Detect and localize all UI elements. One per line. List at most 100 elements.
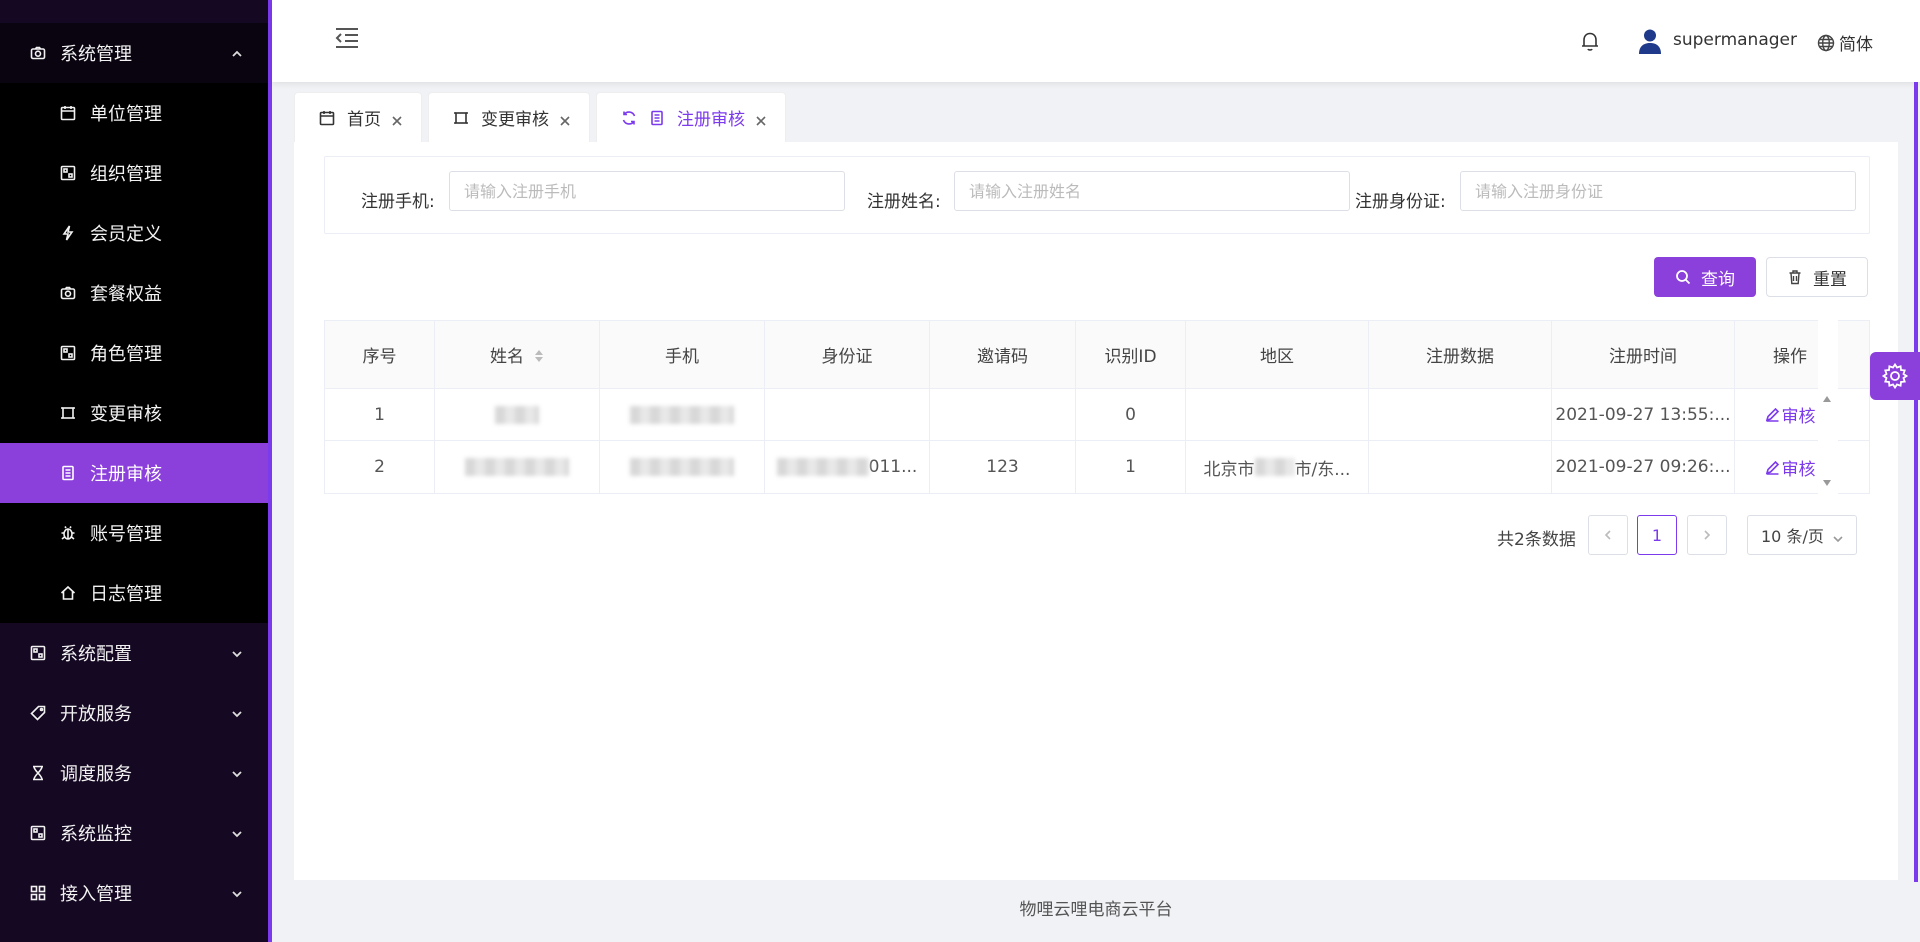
cell-region: 北京市 市/东...	[1186, 441, 1369, 493]
chevron-down-icon	[230, 645, 244, 659]
trash-icon	[1787, 269, 1803, 285]
bell-icon[interactable]	[1580, 30, 1600, 52]
camera-icon	[30, 45, 46, 61]
next-page-button[interactable]	[1687, 515, 1727, 555]
idcard-filter-label: 注册身份证:	[1355, 192, 1446, 212]
reset-button[interactable]: 重置	[1766, 257, 1868, 297]
audit-link[interactable]: 审核	[1765, 402, 1816, 427]
refresh-icon[interactable]	[621, 110, 637, 126]
redacted-value	[630, 405, 734, 424]
prev-page-button[interactable]	[1588, 515, 1628, 555]
sort-icon[interactable]	[534, 348, 544, 362]
tab-home[interactable]: 首页	[294, 92, 422, 142]
sidebar-item-registration-audit[interactable]: 注册审核	[0, 443, 268, 503]
edit-icon	[1765, 407, 1780, 422]
table-row: 2 011... 123 1 北京市 市/东... 2021-09-27 09:…	[325, 441, 1869, 493]
cell-registration-data	[1369, 389, 1552, 440]
sidebar-item-unit-management[interactable]: 单位管理	[0, 83, 268, 143]
sidebar-item-org-management[interactable]: 组织管理	[0, 143, 268, 203]
column-header-label: 手机	[665, 347, 699, 367]
gear-icon	[1881, 362, 1909, 390]
close-icon[interactable]	[559, 112, 571, 126]
sidebar-item-system-config[interactable]: 系统配置	[0, 623, 268, 683]
language-switch[interactable]: 简体	[1817, 30, 1873, 55]
user-avatar-icon[interactable]	[1638, 28, 1662, 54]
cell-recognition-id: 1	[1076, 441, 1186, 493]
tab-label: 变更审核	[481, 110, 549, 130]
top-header: supermanager 简体	[272, 0, 1920, 82]
tab-change-audit[interactable]: 变更审核	[428, 92, 590, 142]
chevron-down-icon	[230, 825, 244, 839]
column-header: 识别ID	[1076, 321, 1186, 388]
sidebar-item-label: 日志管理	[90, 584, 162, 605]
table-header-row: 序号 姓名 手机 身份证 邀请码 识别ID 地区 注册数据 注册时间 操作	[325, 321, 1869, 389]
sidebar-partial-item[interactable]	[0, 0, 268, 8]
phone-filter-label: 注册手机:	[361, 192, 435, 212]
page-size-select[interactable]: 10 条/页	[1747, 515, 1857, 555]
sidebar-item-label: 系统监控	[60, 824, 132, 845]
column-header: 注册数据	[1369, 321, 1552, 388]
cell-invite-code: 123	[930, 441, 1076, 493]
sidebar-scrollbar[interactable]	[268, 328, 272, 942]
column-header: 邀请码	[930, 321, 1076, 388]
name-filter-input[interactable]	[954, 171, 1350, 211]
calendar-icon	[60, 105, 76, 121]
sidebar-item-role-management[interactable]: 角色管理	[0, 323, 268, 383]
redacted-value	[776, 458, 869, 476]
camera-icon	[60, 285, 76, 301]
tab-registration-audit[interactable]: 注册审核	[596, 92, 786, 142]
username[interactable]: supermanager	[1673, 30, 1797, 50]
registration-table: 序号 姓名 手机 身份证 邀请码 识别ID 地区 注册数据 注册时间 操作 1 …	[324, 320, 1870, 494]
redacted-value	[495, 405, 539, 424]
page-number-button[interactable]: 1	[1637, 515, 1677, 555]
column-header-label: 识别ID	[1104, 347, 1157, 367]
settings-button[interactable]	[1870, 352, 1920, 400]
scroll-down-icon[interactable]	[1823, 480, 1831, 486]
scroll-up-icon[interactable]	[1823, 396, 1831, 402]
sidebar-item-system-management[interactable]: 系统管理	[0, 23, 268, 83]
grid-icon	[30, 645, 46, 661]
sidebar-item-open-service[interactable]: 开放服务	[0, 683, 268, 743]
sidebar-item-member-definition[interactable]: 会员定义	[0, 203, 268, 263]
sidebar-item-change-audit[interactable]: 变更审核	[0, 383, 268, 443]
redacted-value	[465, 458, 569, 476]
footer-text: 物哩云哩电商云平台	[1019, 900, 1173, 920]
sidebar-item-label: 单位管理	[90, 104, 162, 125]
page-scrollbar[interactable]	[1914, 82, 1918, 882]
page-size-label: 10 条/页	[1761, 527, 1824, 546]
cell-phone	[600, 441, 765, 493]
sidebar-item-system-monitor[interactable]: 系统监控	[0, 803, 268, 863]
query-button[interactable]: 查询	[1654, 257, 1756, 297]
chevron-down-icon	[230, 705, 244, 719]
apps-icon	[30, 885, 46, 901]
total-count: 共2条数据	[1497, 530, 1576, 550]
sidebar-item-account-management[interactable]: 账号管理	[0, 503, 268, 563]
column-header: 注册时间	[1552, 321, 1735, 388]
sidebar-item-access-management[interactable]: 接入管理	[0, 863, 268, 923]
sidebar-item-label: 开放服务	[60, 704, 132, 725]
cell-invite-code	[930, 389, 1076, 440]
column-header-sortable[interactable]: 姓名	[435, 321, 600, 388]
sidebar-item-package-benefits[interactable]: 套餐权益	[0, 263, 268, 323]
globe-icon	[1817, 34, 1835, 52]
close-icon[interactable]	[755, 112, 767, 126]
cell-region	[1186, 389, 1369, 440]
idcard-filter-input[interactable]	[1460, 171, 1856, 211]
column-header-label: 操作	[1773, 347, 1807, 367]
close-icon[interactable]	[391, 112, 403, 126]
name-filter-label: 注册姓名:	[867, 192, 941, 212]
cell-phone	[600, 389, 765, 440]
table-scrollbar[interactable]	[1818, 320, 1838, 495]
sidebar-item-schedule-service[interactable]: 调度服务	[0, 743, 268, 803]
audit-link-label: 审核	[1781, 407, 1816, 427]
bug-icon	[60, 525, 76, 541]
phone-filter-input[interactable]	[449, 171, 845, 211]
language-label: 简体	[1839, 35, 1873, 55]
audit-link[interactable]: 审核	[1765, 455, 1816, 480]
sidebar-item-log-management[interactable]: 日志管理	[0, 563, 268, 623]
tag-icon	[30, 705, 46, 721]
sidebar-item-label: 变更审核	[90, 404, 162, 425]
menu-collapse-icon[interactable]	[334, 26, 360, 50]
redacted-value	[630, 458, 734, 476]
cell-idcard	[765, 389, 930, 440]
